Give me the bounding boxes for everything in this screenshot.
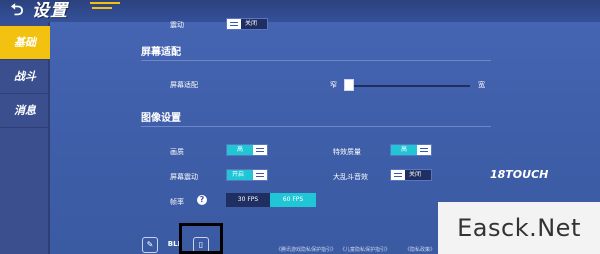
section-title-image: 图像设置 [141,113,181,124]
toggle-knob [417,145,431,155]
slider-max-label: 宽 [478,81,485,89]
link-child-privacy[interactable]: 《儿童隐私保护指引》 [340,246,390,253]
link-tencent-privacy[interactable]: 《腾讯游戏隐私保护指引》 [276,246,336,253]
link-privacy-policy[interactable]: 《隐私政策》 [405,246,435,253]
deco-line [92,7,112,9]
toggle-knob [227,19,241,29]
fps-selector: 30 FPS 60 FPS [226,193,316,207]
screen-adapt-slider[interactable] [345,85,470,87]
vibration-label: 震动 [170,21,184,29]
screen-adapt-label: 屏幕适配 [170,81,198,89]
watermark: Easck.Net [438,202,600,254]
slider-handle[interactable] [344,79,354,91]
slider-min-label: 窄 [330,81,337,89]
sidebar-item-basic[interactable]: 基础 [0,26,50,60]
sidebar-item-messages[interactable]: 消息 [0,94,50,128]
big-fight-label: 大乱斗音效 [333,173,368,181]
effects-toggle[interactable]: 高 [390,144,432,156]
highlight-frame [179,223,223,254]
deco-line [90,2,120,4]
big-fight-toggle[interactable]: 关闭 [390,169,432,181]
sidebar: 基础 战斗 消息 [0,22,50,254]
screen-shake-toggle[interactable]: 开启 [226,169,268,181]
toggle-knob [391,170,405,180]
toggle-knob [253,145,267,155]
effects-label: 特效质量 [333,148,361,156]
section-title-screen-adapt: 屏幕适配 [141,47,181,58]
edit-icon[interactable]: ✎ [142,237,158,253]
page-title: 设置 [32,1,68,21]
quality-label: 画质 [170,148,184,156]
fps-label: 帧率 [170,198,184,206]
vibration-toggle[interactable]: 关闭 [226,18,268,30]
fps-option-30[interactable]: 30 FPS [226,193,270,207]
divider [141,60,491,61]
sidebar-item-battle[interactable]: 战斗 [0,60,50,94]
divider [141,126,491,127]
back-arrow-icon[interactable]: ⮌ [6,1,28,19]
fps-option-60[interactable]: 60 FPS [270,193,316,207]
screen-shake-label: 屏幕震动 [170,173,198,181]
quality-toggle[interactable]: 高 [226,144,268,156]
settings-screen: ⮌ 设置 基础 战斗 消息 震动 关闭 屏幕适配 屏幕适配 窄 宽 图像设置 画… [0,0,600,254]
help-icon[interactable]: ? [197,195,207,205]
toggle-knob [253,170,267,180]
